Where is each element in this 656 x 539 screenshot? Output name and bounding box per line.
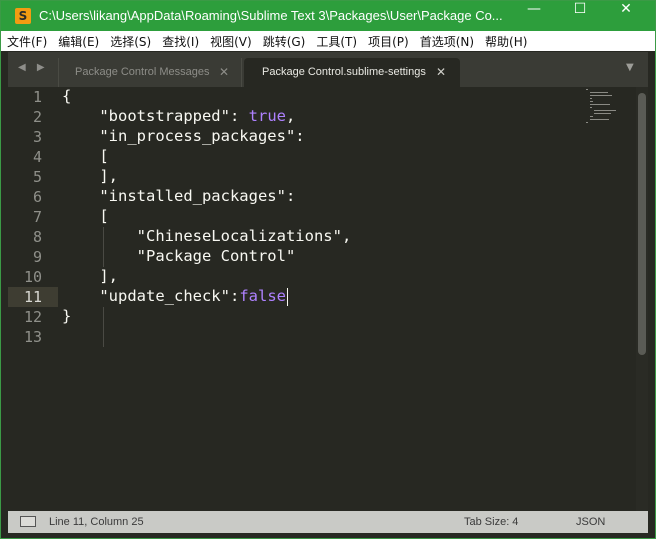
code-line[interactable]: "ChineseLocalizations", [62,227,352,247]
line-number: 13 [23,328,42,346]
minimize-button[interactable]: — [511,1,557,31]
code-token: [ [62,147,109,165]
vertical-scrollbar[interactable] [636,87,648,511]
line-number: 1 [32,88,42,106]
code-line[interactable]: } [62,307,71,327]
line-number: 4 [32,148,42,166]
menu-edit[interactable]: 编辑(E) [58,33,99,50]
panel-toggle-icon[interactable] [20,516,36,527]
menu-goto[interactable]: 跳转(G) [263,33,306,50]
code-token: "installed_packages" [99,187,286,205]
indent-guide [103,307,104,347]
line-number: 2 [32,108,42,126]
tab-bar: ◀ ▶ Package Control Messages ✕ Package C… [8,52,648,87]
code-token: : [285,187,296,205]
code-token: false [239,287,286,305]
code-line[interactable]: "bootstrapped": true, [62,107,295,127]
line-number: 11 [23,288,42,306]
code-token: : [229,107,249,125]
line-number: 9 [32,248,42,266]
tab-label: Package Control.sublime-settings [262,66,426,78]
menu-preferences[interactable]: 首选项(N) [420,33,474,50]
line-number: 8 [32,228,42,246]
menu-file[interactable]: 文件(F) [7,33,47,50]
menu-bar: 文件(F) 编辑(E) 选择(S) 查找(I) 视图(V) 跳转(G) 工具(T… [1,31,655,51]
cursor-position: Line 11, Column 25 [49,516,144,528]
code-line[interactable]: { [62,87,71,107]
code-token: , [285,107,296,125]
line-number-gutter: 1 2 3 4 5 6 7 8 9 10 11 12 13 [8,87,52,511]
code-token: "ChineseLocalizations" [136,227,342,245]
tab-label: Package Control Messages [75,66,210,78]
tab-nav-arrows-icon[interactable]: ◀ ▶ [18,62,49,73]
line-number: 7 [32,208,42,226]
line-number: 5 [32,168,42,186]
code-token: : [229,287,240,305]
code-token: ], [62,167,118,185]
maximize-button[interactable]: ☐ [557,1,603,31]
syntax-indicator[interactable]: JSON [576,516,605,528]
code-line[interactable]: "in_process_packages": [62,127,305,147]
sublime-window: S C:\Users\likang\AppData\Roaming\Sublim… [0,0,656,539]
line-number: 3 [32,128,42,146]
tab-close-icon[interactable]: ✕ [219,59,229,86]
code-line[interactable]: [ [62,147,109,167]
text-cursor [287,288,288,306]
code-token: "Package Control" [136,247,296,265]
window-title: C:\Users\likang\AppData\Roaming\Sublime … [39,8,503,23]
code-line[interactable]: ], [62,267,118,287]
tab-size-indicator[interactable]: Tab Size: 4 [464,516,518,528]
tab-close-icon[interactable]: ✕ [436,59,446,86]
code-token: "in_process_packages" [99,127,296,145]
menu-project[interactable]: 项目(P) [368,33,409,50]
tab-package-control-messages[interactable]: Package Control Messages ✕ [58,58,242,87]
line-number: 12 [23,308,42,326]
menu-view[interactable]: 视图(V) [210,33,252,50]
scrollbar-thumb[interactable] [638,93,646,355]
code-line[interactable]: ], [62,167,118,187]
code-token: true [248,107,286,125]
code-token: } [62,307,72,325]
menu-help[interactable]: 帮助(H) [485,33,527,50]
code-token: , [341,227,352,245]
minimap[interactable] [582,87,632,127]
title-bar[interactable]: S C:\Users\likang\AppData\Roaming\Sublim… [1,1,655,31]
close-button[interactable]: ✕ [603,1,649,31]
line-number: 6 [32,188,42,206]
code-line[interactable]: "Package Control" [62,247,296,267]
menu-selection[interactable]: 选择(S) [110,33,151,50]
code-token: { [62,87,72,105]
menu-tools[interactable]: 工具(T) [316,33,357,50]
code-token: "bootstrapped" [99,107,230,125]
code-token: : [295,127,305,145]
code-token: "update_check" [99,287,230,305]
line-number: 10 [23,268,42,286]
code-token: [ [62,207,109,225]
tab-list-dropdown-icon[interactable]: ▼ [626,62,634,73]
menu-find[interactable]: 查找(I) [162,33,199,50]
code-line[interactable]: [ [62,207,109,227]
code-token: ], [62,267,118,285]
sublime-logo-icon: S [15,8,31,24]
code-editor[interactable]: 1 2 3 4 5 6 7 8 9 10 11 12 13 { "bootstrapped": true… [8,87,648,511]
code-line[interactable]: "installed_packages": [62,187,295,207]
tab-package-control-settings[interactable]: Package Control.sublime-settings ✕ [244,58,460,87]
status-bar: Line 11, Column 25 Tab Size: 4 JSON [8,511,648,533]
code-line[interactable]: "update_check":false [62,287,286,307]
